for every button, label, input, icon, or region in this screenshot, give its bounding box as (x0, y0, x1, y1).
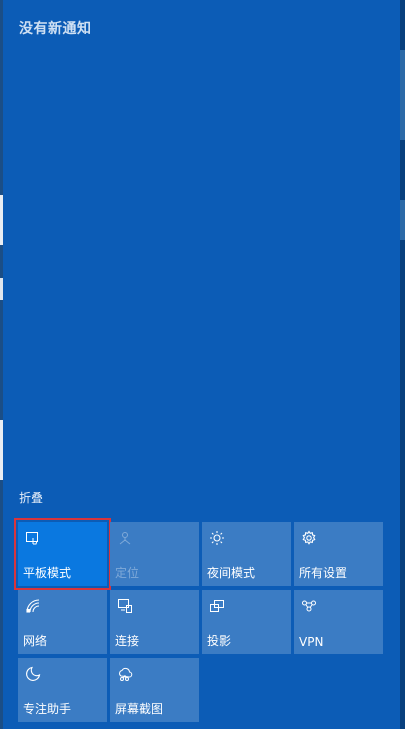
tile-label: 所有设置 (299, 566, 348, 580)
tile-location[interactable]: 定位 (110, 522, 199, 586)
tile-all-settings[interactable]: 所有设置 (294, 522, 383, 586)
vpn-icon (300, 597, 318, 615)
tile-label: 定位 (115, 566, 140, 580)
tile-label: 屏幕截图 (115, 702, 164, 716)
tile-label: 平板模式 (23, 566, 72, 580)
moon-icon (24, 665, 42, 683)
desktop-fragment (400, 50, 405, 140)
tile-vpn[interactable]: VPN (294, 590, 383, 654)
tile-tablet-mode[interactable]: 平板模式 (14, 518, 111, 590)
network-icon (24, 597, 42, 615)
tile-screen-snip[interactable]: 屏幕截图 (110, 658, 199, 722)
tile-focus-assist[interactable]: 专注助手 (18, 658, 107, 722)
project-icon (208, 597, 226, 615)
desktop-fragment (400, 200, 405, 240)
quick-actions-grid: 平板模式 定位 夜间模式 所有设置 网络 连接 投影 VPN 专注助手 屏幕截图 (14, 518, 383, 722)
tile-night-light[interactable]: 夜间模式 (202, 522, 291, 586)
brightness-icon (208, 529, 226, 547)
gear-icon (300, 529, 318, 547)
tile-network[interactable]: 网络 (18, 590, 107, 654)
collapse-link[interactable]: 折叠 (19, 489, 43, 506)
tile-connect[interactable]: 连接 (110, 590, 199, 654)
location-icon (116, 529, 134, 547)
tile-label: VPN (299, 635, 324, 649)
notification-header: 没有新通知 (19, 21, 92, 37)
tablet-mode-icon (24, 529, 42, 547)
desktop-background-edge (400, 0, 405, 729)
tile-label: 夜间模式 (207, 566, 256, 580)
tile-project[interactable]: 投影 (202, 590, 291, 654)
tile-label: 投影 (207, 634, 232, 648)
action-center-panel: 没有新通知 折叠 平板模式 定位 夜间模式 所有设置 网络 连接 投影 VPN … (3, 0, 400, 729)
tile-label: 专注助手 (23, 702, 72, 716)
connect-icon (116, 597, 134, 615)
tile-label: 连接 (115, 634, 140, 648)
screen-snip-icon (116, 665, 134, 683)
tile-label: 网络 (23, 634, 48, 648)
